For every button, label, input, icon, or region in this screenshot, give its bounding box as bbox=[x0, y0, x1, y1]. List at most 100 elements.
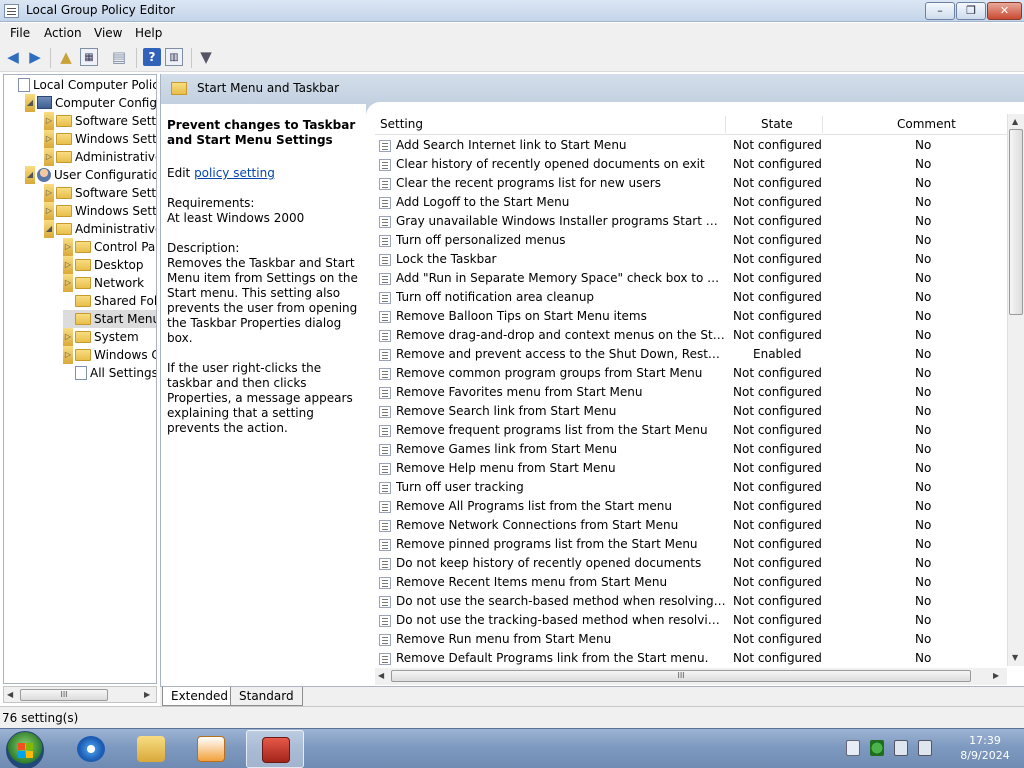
menu-file[interactable]: File bbox=[10, 26, 30, 40]
tree-expander-icon[interactable]: ▷ bbox=[63, 328, 73, 346]
tree-item[interactable]: ▷ Software Settings bbox=[44, 184, 156, 202]
table-row[interactable]: Remove Default Programs link from the St… bbox=[375, 649, 1007, 668]
scroll-thumb[interactable]: III bbox=[391, 670, 971, 682]
table-row[interactable]: Turn off user tracking Not configured No bbox=[375, 478, 1007, 497]
table-row[interactable]: Do not use the search-based method when … bbox=[375, 592, 1007, 611]
table-row[interactable]: Remove Search link from Start Menu Not co… bbox=[375, 402, 1007, 421]
tree-expander-icon[interactable]: ▷ bbox=[63, 346, 73, 364]
tree-item[interactable]: ▷ Software Settings bbox=[44, 112, 156, 130]
table-row[interactable]: Do not use the tracking-based method whe… bbox=[375, 611, 1007, 630]
table-row[interactable]: Remove drag-and-drop and context menus o… bbox=[375, 326, 1007, 345]
tree-item[interactable]: ▷ System bbox=[63, 328, 139, 346]
scroll-right-icon[interactable]: ▶ bbox=[993, 668, 999, 683]
export-list-icon[interactable]: ▤ bbox=[110, 48, 128, 66]
table-row[interactable]: Remove Help menu from Start Menu Not conf… bbox=[375, 459, 1007, 478]
tree-item[interactable]: Local Computer Policy bbox=[6, 76, 156, 94]
tree-expander-icon[interactable]: ▷ bbox=[44, 184, 54, 202]
column-state[interactable]: State bbox=[761, 117, 793, 131]
table-row[interactable]: Remove Network Connections from Start Me… bbox=[375, 516, 1007, 535]
tree-item[interactable]: ▷ Windows Setting bbox=[44, 130, 156, 148]
tree-item[interactable]: ◢ Administrative Te bbox=[44, 220, 156, 238]
tree-item[interactable]: ▷ Network bbox=[63, 274, 144, 292]
scroll-thumb[interactable]: III bbox=[20, 689, 108, 701]
maximize-button[interactable]: ❐ bbox=[956, 2, 986, 20]
show-hide-tree-icon[interactable]: ▦ bbox=[80, 48, 98, 66]
scroll-thumb[interactable] bbox=[1009, 129, 1023, 315]
tree-expander-icon[interactable]: ▷ bbox=[44, 112, 54, 130]
back-icon[interactable]: ◀ bbox=[4, 48, 22, 66]
tree-item[interactable]: Shared Folder bbox=[63, 292, 156, 310]
table-row[interactable]: Clear history of recently opened documen… bbox=[375, 155, 1007, 174]
tree-expander-icon[interactable]: ◢ bbox=[25, 166, 35, 184]
tab-standard[interactable]: Standard bbox=[230, 687, 303, 706]
taskbar-internet-explorer[interactable] bbox=[62, 730, 120, 768]
table-row[interactable]: Clear the recent programs list for new u… bbox=[375, 174, 1007, 193]
tree-item[interactable]: ▷ Control Panel bbox=[63, 238, 156, 256]
taskbar-media-player[interactable] bbox=[182, 730, 240, 768]
tree-expander-icon[interactable]: ▷ bbox=[44, 148, 54, 166]
table-row[interactable]: Remove Games link from Start Menu Not con… bbox=[375, 440, 1007, 459]
table-row[interactable]: Remove Recent Items menu from Start Menu… bbox=[375, 573, 1007, 592]
table-row[interactable]: Add Search Internet link to Start Menu No… bbox=[375, 136, 1007, 155]
table-row[interactable]: Remove All Programs list from the Start … bbox=[375, 497, 1007, 516]
vertical-scrollbar[interactable]: ▲ ▼ bbox=[1007, 114, 1024, 666]
scroll-right-icon[interactable]: ▶ bbox=[144, 687, 150, 702]
properties-icon[interactable]: ▥ bbox=[165, 48, 183, 66]
help-icon[interactable]: ? bbox=[143, 48, 161, 66]
table-row[interactable]: Remove common program groups from Start … bbox=[375, 364, 1007, 383]
table-row[interactable]: Remove frequent programs list from the S… bbox=[375, 421, 1007, 440]
menu-help[interactable]: Help bbox=[135, 26, 162, 40]
action-center-icon[interactable] bbox=[846, 740, 860, 756]
tree-horizontal-scrollbar[interactable]: ◀ III ▶ bbox=[3, 686, 157, 703]
column-setting[interactable]: Setting bbox=[380, 117, 423, 131]
menu-action[interactable]: Action bbox=[44, 26, 82, 40]
tree-expander-icon[interactable]: ▷ bbox=[63, 256, 73, 274]
start-button[interactable] bbox=[6, 731, 44, 768]
table-row[interactable]: Turn off notification area cleanup Not co… bbox=[375, 288, 1007, 307]
scroll-left-icon[interactable]: ◀ bbox=[378, 668, 384, 683]
table-row[interactable]: Turn off personalized menus Not configure… bbox=[375, 231, 1007, 250]
table-row[interactable]: Remove Favorites menu from Start Menu Not… bbox=[375, 383, 1007, 402]
tree-expander-icon[interactable]: ▷ bbox=[63, 274, 73, 292]
column-divider[interactable] bbox=[822, 116, 823, 133]
tree-expander-icon[interactable]: ◢ bbox=[25, 94, 35, 112]
filter-icon[interactable]: ▼ bbox=[197, 48, 215, 66]
up-folder-icon[interactable]: ▲ bbox=[57, 48, 75, 66]
forward-icon[interactable]: ▶ bbox=[26, 48, 44, 66]
table-row[interactable]: Add "Run in Separate Memory Space" check… bbox=[375, 269, 1007, 288]
column-divider[interactable] bbox=[725, 116, 726, 133]
tree-item[interactable]: Start Menu an bbox=[63, 310, 156, 328]
tree-item[interactable]: ▷ Windows Setting bbox=[44, 202, 156, 220]
tree-item[interactable]: ◢ User Configuration bbox=[25, 166, 156, 184]
column-comment[interactable]: Comment bbox=[897, 117, 956, 131]
tree-expander-icon[interactable]: ▷ bbox=[44, 130, 54, 148]
tree-item[interactable]: ◢ Computer Configura bbox=[25, 94, 156, 112]
scroll-left-icon[interactable]: ◀ bbox=[7, 687, 13, 702]
tree-expander-icon[interactable]: ◢ bbox=[44, 220, 54, 238]
tree-expander-icon[interactable]: ▷ bbox=[63, 238, 73, 256]
clock[interactable]: 17:39 8/9/2024 bbox=[950, 733, 1020, 763]
menu-view[interactable]: View bbox=[94, 26, 122, 40]
taskbar-explorer[interactable] bbox=[122, 730, 180, 768]
scroll-down-icon[interactable]: ▼ bbox=[1012, 650, 1018, 665]
security-shield-icon[interactable] bbox=[870, 740, 884, 756]
table-row[interactable]: Do not keep history of recently opened d… bbox=[375, 554, 1007, 573]
tree-expander-icon[interactable]: ▷ bbox=[44, 202, 54, 220]
minimize-button[interactable]: – bbox=[925, 2, 955, 20]
table-row[interactable]: Remove and prevent access to the Shut Do… bbox=[375, 345, 1007, 364]
scroll-up-icon[interactable]: ▲ bbox=[1012, 114, 1018, 129]
table-row[interactable]: Add Logoff to the Start Menu Not configur… bbox=[375, 193, 1007, 212]
tree-item[interactable]: ▷ Desktop bbox=[63, 256, 144, 274]
tab-extended[interactable]: Extended bbox=[162, 687, 237, 706]
taskbar-group-policy[interactable] bbox=[246, 730, 304, 768]
tree-item[interactable]: All Settings bbox=[63, 364, 156, 382]
table-row[interactable]: Gray unavailable Windows Installer progr… bbox=[375, 212, 1007, 231]
network-icon[interactable] bbox=[894, 740, 908, 756]
tree-item[interactable]: ▷ Windows Cor bbox=[63, 346, 156, 364]
table-row[interactable]: Lock the Taskbar Not configured No bbox=[375, 250, 1007, 269]
table-row[interactable]: Remove Balloon Tips on Start Menu items N… bbox=[375, 307, 1007, 326]
volume-muted-icon[interactable] bbox=[918, 740, 932, 756]
close-button[interactable]: ✕ bbox=[987, 2, 1022, 20]
table-row[interactable]: Remove Run menu from Start Menu Not confi… bbox=[375, 630, 1007, 649]
edit-policy-link[interactable]: policy setting bbox=[194, 166, 275, 180]
